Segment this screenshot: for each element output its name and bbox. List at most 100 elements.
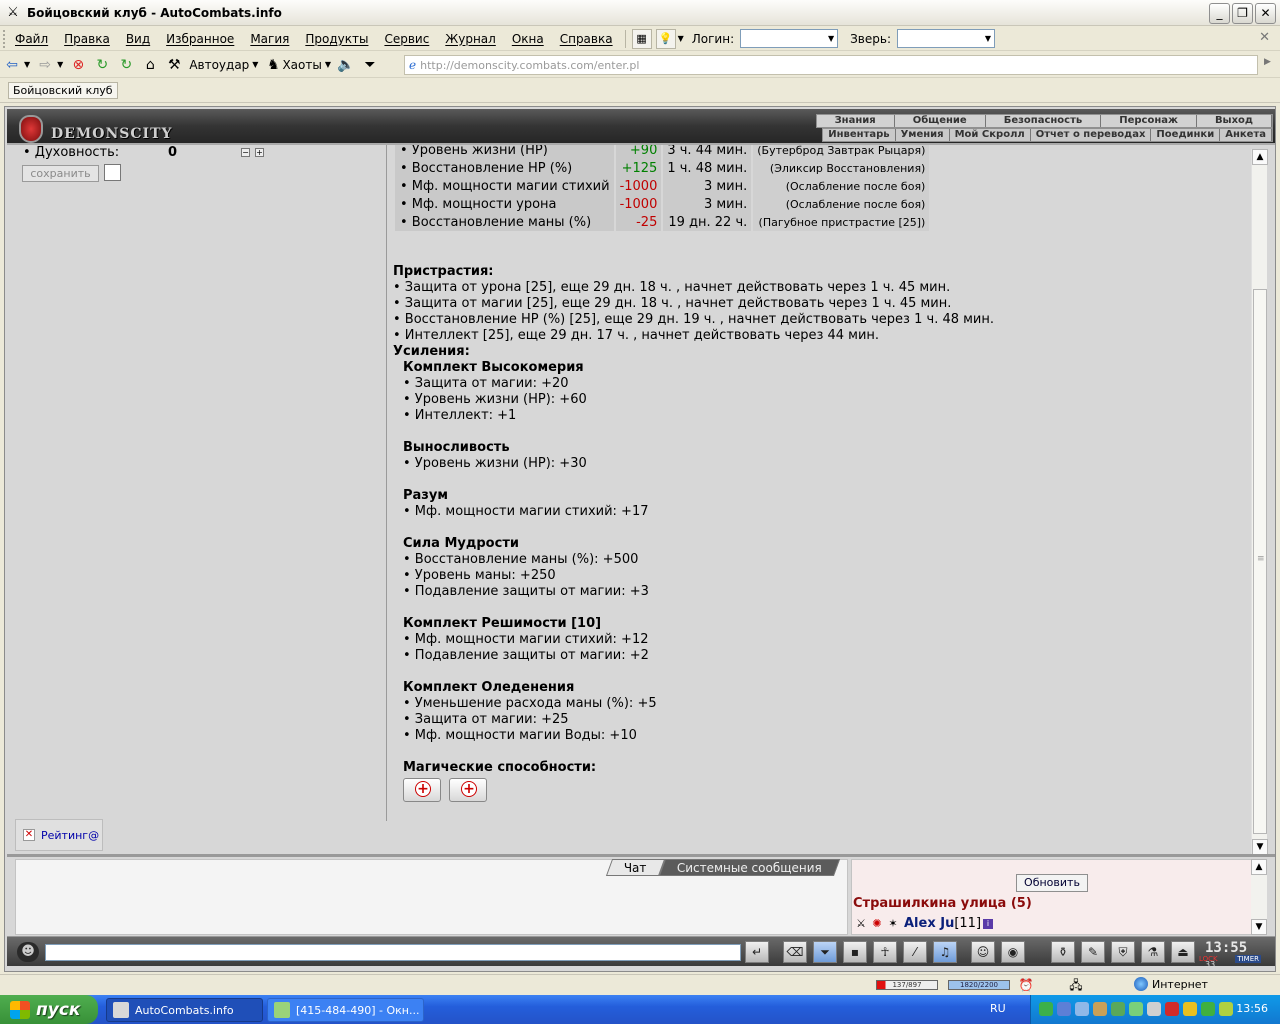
menu-journal[interactable]: Журнал bbox=[437, 32, 504, 46]
nav-profile[interactable]: Анкета bbox=[1220, 129, 1272, 141]
refresh-button[interactable]: ↻ bbox=[90, 54, 114, 76]
sync-tray-icon[interactable] bbox=[1129, 1002, 1143, 1016]
scroll-icon[interactable]: ✎ bbox=[1081, 941, 1105, 963]
nav-transfer-report[interactable]: Отчет о переводах bbox=[1031, 129, 1152, 141]
alarm-clock-icon[interactable]: ⏰ bbox=[1018, 977, 1034, 993]
stat-decrease-button[interactable]: − bbox=[241, 148, 250, 157]
chevron-down-icon[interactable]: ▼ bbox=[252, 60, 258, 69]
potion-icon[interactable]: ⚱ bbox=[1051, 941, 1075, 963]
address-url[interactable]: http://demonscity.combats.com/enter.pl bbox=[420, 59, 639, 72]
scroll-down-icon[interactable]: ▼ bbox=[1252, 839, 1268, 855]
nav-character[interactable]: Персонаж bbox=[1101, 115, 1197, 127]
minimize-button[interactable]: _ bbox=[1209, 3, 1230, 24]
chevron-down-icon[interactable]: ▼ bbox=[982, 30, 994, 47]
eraser-icon[interactable]: ⌫ bbox=[783, 941, 807, 963]
monitor-icon[interactable] bbox=[1057, 1002, 1071, 1016]
lamp-dropdown-icon[interactable]: ▼ bbox=[678, 34, 684, 43]
nav-exit[interactable]: Выход bbox=[1197, 115, 1272, 127]
clock-lock[interactable]: LOCK bbox=[1199, 955, 1218, 963]
network-tray-icon[interactable] bbox=[1075, 1002, 1089, 1016]
autoudar-button[interactable]: Автоудар ▼ bbox=[186, 54, 261, 76]
nav-inventory[interactable]: Инвентарь bbox=[823, 129, 896, 141]
exit-icon[interactable]: ⏏ bbox=[1171, 941, 1195, 963]
healing-scroll-icon[interactable]: + bbox=[403, 778, 441, 802]
tab-system-messages[interactable]: Системные сообщения bbox=[658, 859, 840, 876]
app-tray-icon[interactable] bbox=[1093, 1002, 1107, 1016]
chevron-down-icon[interactable]: ▼ bbox=[24, 60, 30, 69]
content-scrollbar[interactable]: ▲ ▼ bbox=[1251, 149, 1268, 855]
stop-button[interactable]: ⊗ bbox=[66, 54, 90, 76]
building-icon[interactable]: ▦ bbox=[631, 28, 652, 49]
refresh-all-button[interactable]: ↻ bbox=[114, 54, 138, 76]
tools-button[interactable]: ⚒ bbox=[162, 54, 186, 76]
save-button[interactable]: сохранить bbox=[22, 165, 99, 182]
stat-increase-button[interactable]: + bbox=[255, 148, 264, 157]
save-log-icon[interactable]: ▪ bbox=[843, 941, 867, 963]
menu-edit[interactable]: Правка bbox=[56, 32, 118, 46]
chevron-down-icon[interactable]: ▼ bbox=[825, 30, 837, 47]
scroll-up-icon[interactable]: ▲ bbox=[1252, 149, 1268, 165]
music-icon[interactable]: ♫ bbox=[933, 941, 957, 963]
clover-icon[interactable] bbox=[1039, 1002, 1053, 1016]
home-button[interactable]: ⌂ bbox=[138, 54, 162, 76]
armor-icon[interactable]: ⛨ bbox=[1111, 941, 1135, 963]
forward-button[interactable]: ⇨ ▼ bbox=[33, 54, 66, 76]
chat-settings-icon[interactable]: ☻ bbox=[17, 942, 39, 962]
update-tray-icon[interactable] bbox=[1183, 1002, 1197, 1016]
close-button[interactable]: ✕ bbox=[1255, 3, 1276, 24]
fighter-icon[interactable]: ☥ bbox=[873, 941, 897, 963]
lamp-icon[interactable]: 💡 bbox=[655, 28, 676, 49]
tab-chat[interactable]: Чат bbox=[605, 859, 665, 876]
filter-button[interactable]: ⏷ bbox=[358, 54, 382, 76]
menu-favorites[interactable]: Избранное bbox=[158, 32, 242, 46]
nav-communication[interactable]: Общение bbox=[895, 115, 986, 127]
helmet-icon[interactable]: ◉ bbox=[1001, 941, 1025, 963]
menu-products[interactable]: Продукты bbox=[297, 32, 376, 46]
menu-windows[interactable]: Окна bbox=[504, 32, 552, 46]
transfer-tray-icon[interactable] bbox=[1201, 1002, 1215, 1016]
refresh-button[interactable]: Обновить bbox=[1016, 874, 1088, 892]
chat-input[interactable] bbox=[45, 944, 741, 961]
game-logo[interactable]: DEMONSCITY bbox=[19, 115, 173, 143]
sound-button[interactable]: 🔈 bbox=[334, 54, 358, 76]
volume-tray-icon[interactable] bbox=[1147, 1002, 1161, 1016]
close-icon[interactable]: ✕ bbox=[1259, 30, 1270, 45]
chevron-down-icon[interactable]: ▼ bbox=[325, 60, 331, 69]
start-button[interactable]: пуск bbox=[0, 995, 98, 1024]
nav-my-scroll[interactable]: Мой Скролл bbox=[950, 129, 1031, 141]
chat-scrollbar[interactable]: ▲ ▼ bbox=[1251, 859, 1267, 935]
nav-battles[interactable]: Поединки bbox=[1151, 129, 1221, 141]
flash-tray-icon[interactable] bbox=[1165, 1002, 1179, 1016]
menu-magic[interactable]: Магия bbox=[242, 32, 297, 46]
nav-security[interactable]: Безопасность bbox=[986, 115, 1102, 127]
rating-label[interactable]: Рейтинг@ bbox=[41, 829, 99, 842]
translit-icon[interactable]: ⁄ bbox=[903, 941, 927, 963]
bag-icon[interactable]: ⚗ bbox=[1141, 941, 1165, 963]
scrollbar-thumb[interactable] bbox=[1253, 289, 1267, 834]
nav-knowledge[interactable]: Знания bbox=[817, 115, 895, 127]
scroll-up-icon[interactable]: ▲ bbox=[1251, 859, 1267, 875]
menu-help[interactable]: Справка bbox=[552, 32, 621, 46]
nav-skills[interactable]: Умения bbox=[896, 129, 950, 141]
taskbar-item-browser[interactable]: AutoCombats.info bbox=[106, 998, 263, 1022]
language-indicator[interactable]: RU bbox=[990, 1002, 1006, 1015]
menu-view[interactable]: Вид bbox=[118, 32, 158, 46]
address-bar[interactable]: ℯ http://demonscity.combats.com/enter.pl bbox=[404, 55, 1258, 75]
save-checkbox[interactable] bbox=[104, 164, 121, 181]
link-fight-club[interactable]: Бойцовский клуб bbox=[8, 82, 118, 99]
user-nick[interactable]: Alex Ju bbox=[904, 916, 954, 931]
filter-icon[interactable]: ⏷ bbox=[813, 941, 837, 963]
menu-service[interactable]: Сервис bbox=[376, 32, 437, 46]
maximize-button[interactable]: ❐ bbox=[1232, 3, 1253, 24]
chaoty-button[interactable]: ♞ Хаоты ▼ bbox=[261, 54, 334, 76]
shield-tray-icon[interactable] bbox=[1111, 1002, 1125, 1016]
user-entry[interactable]: ⚔ ✺ ✶ Alex Ju [11] i bbox=[853, 916, 994, 931]
back-button[interactable]: ⇦ ▼ bbox=[0, 54, 33, 76]
rating-counter[interactable]: ✕ Рейтинг@ bbox=[15, 819, 103, 851]
smiley-icon[interactable]: ☺ bbox=[971, 941, 995, 963]
menu-file[interactable]: Файл bbox=[7, 32, 56, 46]
send-icon[interactable]: ↵ bbox=[745, 941, 769, 963]
clock-timer[interactable]: TIMER bbox=[1235, 955, 1261, 963]
healing-scroll-icon[interactable]: + bbox=[449, 778, 487, 802]
info-icon[interactable]: i bbox=[983, 918, 994, 929]
